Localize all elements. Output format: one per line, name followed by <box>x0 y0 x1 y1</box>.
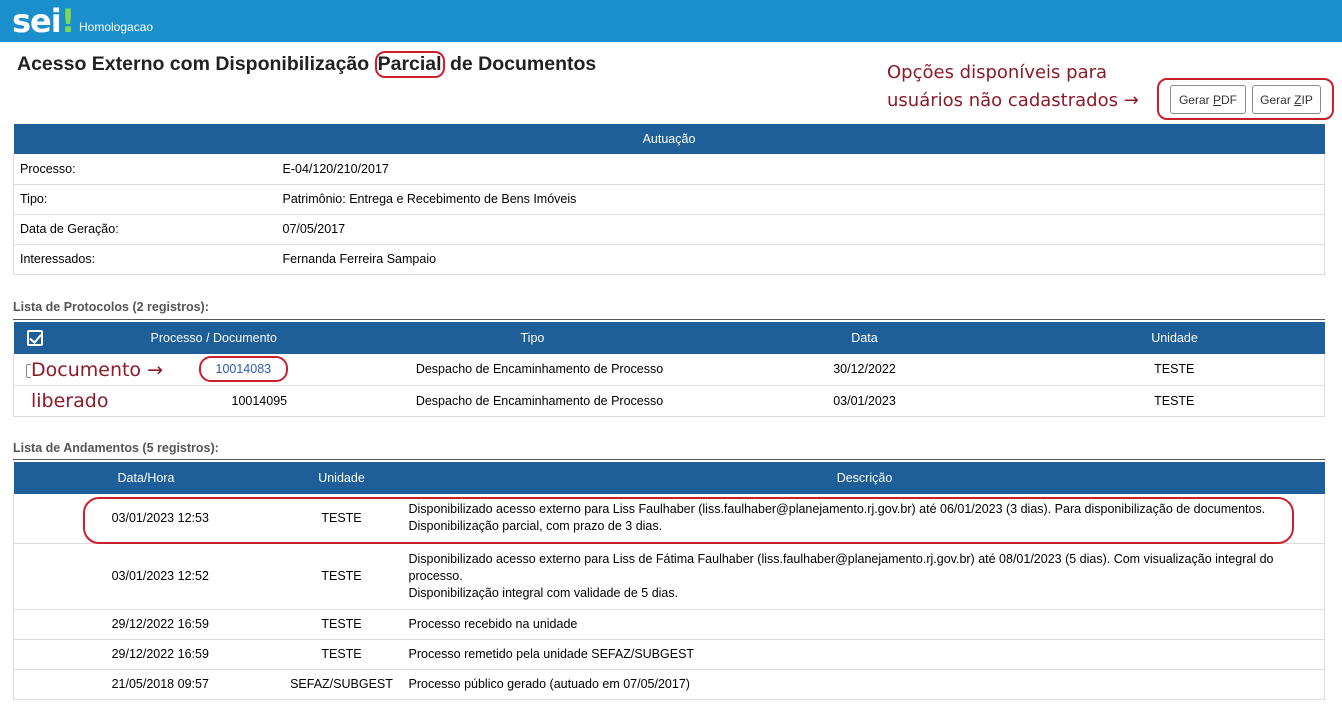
generate-zip-button[interactable]: Gerar Z IP <box>1252 85 1321 114</box>
column-header: Descrição <box>404 462 1325 494</box>
doc-date: 03/01/2023 <box>704 385 1025 417</box>
datetime: 21/05/2018 09:57 <box>13 669 279 700</box>
top-bar: sei! Homologacao <box>0 0 1342 42</box>
column-header: Data/Hora <box>13 462 279 494</box>
document-highlight: 10014083 <box>198 356 289 383</box>
protocolos-caption: Lista de Protocolos (2 registros): <box>13 300 209 314</box>
field-label: Processo: <box>13 154 277 185</box>
table-row: Interessados: Fernanda Ferreira Sampaio <box>13 244 1325 275</box>
column-header: Unidade <box>278 462 405 494</box>
autuacao-header: Autuação <box>13 124 1325 154</box>
description: Disponibilizado acesso externo para Liss… <box>404 543 1325 610</box>
generate-pdf-button[interactable]: Gerar P DF <box>1170 85 1246 114</box>
field-value: 07/05/2017 <box>276 214 1325 245</box>
doc-date: 30/12/2022 <box>704 354 1025 386</box>
table-row: 03/01/2023 12:53 TESTE Disponibilizado a… <box>13 494 1325 544</box>
datetime: 29/12/2022 16:59 <box>13 639 279 670</box>
table-row: 10014095 Despacho de Encaminhamento de P… <box>13 385 1325 417</box>
divider <box>13 459 1325 460</box>
unit: TESTE <box>278 639 405 670</box>
table-row: 03/01/2023 12:52 TESTE Disponibilizado a… <box>13 543 1325 610</box>
column-header: Tipo <box>374 322 705 354</box>
table-row: 21/05/2018 09:57 SEFAZ/SUBGEST Processo … <box>13 669 1325 700</box>
parcial-highlight: Parcial <box>374 51 445 78</box>
environment-label: Homologacao <box>79 20 154 34</box>
field-label: Tipo: <box>13 184 277 215</box>
page-title: Acesso Externo com Disponibilização Parc… <box>17 51 596 78</box>
andamentos-table: Data/Hora Unidade Descrição 03/01/2023 1… <box>13 462 1325 700</box>
datetime: 03/01/2023 12:53 <box>13 494 279 544</box>
field-label: Interessados: <box>13 244 277 275</box>
andamentos-caption: Lista de Andamentos (5 registros): <box>13 441 219 455</box>
table-row: Processo: E-04/120/210/2017 <box>13 154 1325 185</box>
description: Processo remetido pela unidade SEFAZ/SUB… <box>404 639 1325 670</box>
field-value: Patrimônio: Entrega e Recebimento de Ben… <box>276 184 1325 215</box>
table-row: Tipo: Patrimônio: Entrega e Recebimento … <box>13 184 1325 215</box>
sei-logo[interactable]: sei! <box>12 2 75 40</box>
unit: TESTE <box>278 609 405 640</box>
doc-type: Despacho de Encaminhamento de Processo <box>374 354 705 386</box>
protocolos-table: Processo / Documento Tipo Data Unidade 1… <box>13 322 1325 417</box>
column-header: Data <box>704 322 1025 354</box>
table-row: 29/12/2022 16:59 TESTE Processo remetido… <box>13 639 1325 670</box>
options-annotation: Opções disponíveis para usuários não cad… <box>887 62 1139 111</box>
doc-type: Despacho de Encaminhamento de Processo <box>374 385 705 417</box>
description: Disponibilizado acesso externo para Liss… <box>404 494 1325 544</box>
column-header: Unidade <box>1024 322 1325 354</box>
export-buttons-highlight: Gerar P DF Gerar Z IP <box>1157 78 1334 120</box>
unit: TESTE <box>278 494 405 544</box>
table-row: 29/12/2022 16:59 TESTE Processo recebido… <box>13 609 1325 640</box>
description: Processo recebido na unidade <box>404 609 1325 640</box>
field-value: Fernanda Ferreira Sampaio <box>276 244 1325 275</box>
table-row: Data de Geração: 07/05/2017 <box>13 214 1325 245</box>
autuacao-table: Autuação Processo: E-04/120/210/2017 Tip… <box>13 124 1325 275</box>
datetime: 29/12/2022 16:59 <box>13 609 279 640</box>
field-label: Data de Geração: <box>13 214 277 245</box>
document-link[interactable]: 10014083 <box>216 362 272 376</box>
doc-unit: TESTE <box>1024 385 1325 417</box>
unit: SEFAZ/SUBGEST <box>278 669 405 700</box>
column-header: Processo / Documento <box>56 322 375 354</box>
datetime: 03/01/2023 12:52 <box>13 543 279 610</box>
description: Processo público gerado (autuado em 07/0… <box>404 669 1325 700</box>
field-value: E-04/120/210/2017 <box>276 154 1325 185</box>
table-row: 10014083 Despacho de Encaminhamento de P… <box>13 354 1325 386</box>
checkbox-icon <box>27 330 43 346</box>
doc-unit: TESTE <box>1024 354 1325 386</box>
unit: TESTE <box>278 543 405 610</box>
divider <box>13 319 1325 320</box>
select-all-checkbox[interactable] <box>13 322 57 354</box>
document-annotation: Documento → liberado <box>31 356 166 416</box>
